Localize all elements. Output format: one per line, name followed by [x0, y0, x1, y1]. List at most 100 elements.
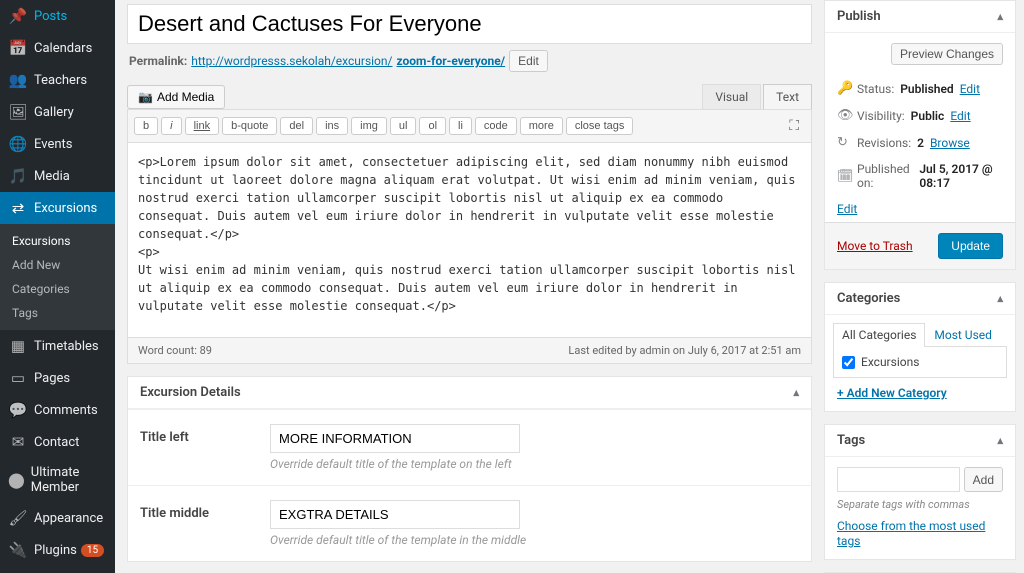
sidebar-label: Ultimate Member — [31, 465, 107, 495]
sidebar-label: Plugins — [34, 543, 77, 558]
qt-ol[interactable]: ol — [419, 117, 446, 135]
permalink-slug[interactable]: zoom-for-everyone/ — [396, 54, 505, 68]
qt-img[interactable]: img — [351, 117, 387, 135]
tab-visual[interactable]: Visual — [702, 84, 761, 109]
qt-ul[interactable]: ul — [390, 117, 417, 135]
sidebar-item-ultimate-member[interactable]: ⬤ Ultimate Member — [0, 458, 115, 502]
grid-icon: ▦ — [8, 337, 28, 355]
preview-changes-button[interactable]: Preview Changes — [891, 43, 1003, 65]
sidebar-item-contact[interactable]: ✉Contact — [0, 426, 115, 458]
sidebar-label: Teachers — [34, 73, 87, 88]
content-textarea[interactable]: <p>Lorem ipsum dolor sit amet, consectet… — [127, 143, 812, 338]
category-label: Excursions — [861, 355, 919, 369]
visibility-edit-link[interactable]: Edit — [950, 109, 970, 123]
move-to-trash-link[interactable]: Move to Trash — [837, 239, 913, 253]
sidebar-item-gallery[interactable]: 🖼 Gallery — [0, 96, 115, 128]
sidebar-item-comments[interactable]: 💬Comments — [0, 394, 115, 426]
permalink-label: Permalink: — [129, 54, 187, 68]
qt-close-tags[interactable]: close tags — [566, 117, 634, 135]
qt-italic[interactable]: i — [161, 117, 181, 135]
sidebar-item-calendars[interactable]: 📅Calendars — [0, 32, 115, 64]
tab-text[interactable]: Text — [763, 84, 812, 109]
published-on-edit-link[interactable]: Edit — [837, 202, 857, 216]
sidebar-item-users[interactable]: 👤Users — [0, 566, 115, 573]
submenu-title[interactable]: Excursions — [0, 229, 115, 253]
sidebar-item-posts[interactable]: 📌 Posts — [0, 0, 115, 32]
cat-tab-all[interactable]: All Categories — [833, 323, 925, 347]
add-new-category-link[interactable]: + Add New Category — [837, 386, 947, 400]
fullscreen-icon[interactable]: ⛶ — [783, 116, 805, 136]
eye-icon: 👁 — [837, 108, 851, 123]
qt-li[interactable]: li — [449, 117, 472, 135]
sidebar-label: Contact — [34, 435, 79, 450]
qt-del[interactable]: del — [280, 117, 313, 135]
toggle-details-icon[interactable]: ▴ — [793, 386, 799, 399]
toggle-publish-icon[interactable]: ▴ — [997, 10, 1003, 23]
permalink-base[interactable]: http://wordpresss.sekolah/excursion/ — [191, 54, 392, 68]
sidebar-item-appearance[interactable]: 🖌Appearance — [0, 502, 115, 534]
qt-bold[interactable]: b — [134, 117, 158, 135]
submenu-tags[interactable]: Tags — [0, 301, 115, 325]
add-media-button[interactable]: 📷Add Media — [127, 85, 225, 109]
title-left-input[interactable] — [270, 424, 520, 453]
sidebar-label: Pages — [34, 371, 70, 386]
status-value: Published — [900, 82, 953, 96]
submenu-categories[interactable]: Categories — [0, 277, 115, 301]
publish-header: Publish — [837, 9, 881, 24]
qt-link[interactable]: link — [185, 117, 220, 135]
qt-ins[interactable]: ins — [316, 117, 348, 135]
calendar-icon: 🗓 — [837, 169, 851, 184]
update-button[interactable]: Update — [938, 233, 1003, 259]
sidebar-item-media[interactable]: 🎵Media — [0, 160, 115, 192]
excursions-icon: ⇄ — [8, 199, 28, 217]
category-checkbox[interactable] — [842, 356, 855, 369]
sidebar-label: Gallery — [34, 105, 74, 120]
page-icon: ▭ — [8, 369, 28, 387]
qt-more[interactable]: more — [520, 117, 563, 135]
sidebar-label: Posts — [34, 9, 67, 24]
category-item[interactable]: Excursions — [842, 355, 998, 369]
title-middle-input[interactable] — [270, 500, 520, 529]
tags-header: Tags — [837, 433, 865, 448]
admin-sidebar: 📌 Posts 📅Calendars 👥Teachers 🖼 Gallery 🌐Ev… — [0, 0, 115, 573]
toggle-tags-icon[interactable]: ▴ — [997, 434, 1003, 447]
post-title-input[interactable] — [127, 4, 812, 44]
permalink-row: Permalink: http://wordpresss.sekolah/exc… — [127, 44, 812, 78]
quicktags-toolbar: b i link b-quote del ins img ul ol li co… — [127, 109, 812, 143]
camera-icon: 📷 — [138, 90, 153, 104]
plugin-update-badge: 15 — [81, 544, 104, 557]
sidebar-label: Comments — [34, 403, 98, 418]
um-icon: ⬤ — [8, 471, 25, 489]
tag-input[interactable] — [837, 467, 960, 492]
title-middle-hint: Override default title of the template i… — [270, 533, 526, 547]
qt-bquote[interactable]: b-quote — [222, 117, 277, 135]
sidebar-item-excursions[interactable]: ⇄Excursions — [0, 192, 115, 224]
submenu-add-new[interactable]: Add New — [0, 253, 115, 277]
permalink-edit-button[interactable]: Edit — [509, 50, 548, 72]
sidebar-item-events[interactable]: 🌐Events — [0, 128, 115, 160]
sidebar-item-timetables[interactable]: ▦Timetables — [0, 330, 115, 362]
sidebar-item-plugins[interactable]: 🔌 Plugins 15 — [0, 534, 115, 566]
status-edit-link[interactable]: Edit — [960, 82, 980, 96]
toggle-categories-icon[interactable]: ▴ — [997, 292, 1003, 305]
revisions-browse-link[interactable]: Browse — [930, 136, 970, 150]
pin-icon: 📌 — [8, 7, 28, 25]
visibility-value: Public — [911, 109, 945, 123]
published-on-value: Jul 5, 2017 @ 08:17 — [919, 162, 1003, 190]
visibility-label: Visibility: — [857, 109, 905, 123]
categories-header: Categories — [837, 291, 900, 306]
revisions-label: Revisions: — [857, 136, 911, 150]
choose-tags-link[interactable]: Choose from the most used tags — [837, 519, 985, 548]
qt-code[interactable]: code — [475, 117, 517, 135]
sidebar-item-teachers[interactable]: 👥Teachers — [0, 64, 115, 96]
sidebar-item-pages[interactable]: ▭ Pages — [0, 362, 115, 394]
title-middle-label: Title middle — [140, 500, 270, 521]
image-icon: 🖼 — [8, 103, 28, 121]
tags-hint: Separate tags with commas — [825, 496, 1015, 519]
cat-tab-most-used[interactable]: Most Used — [925, 323, 1001, 346]
calendar-icon: 📅 — [8, 39, 28, 57]
add-tag-button[interactable]: Add — [964, 467, 1003, 492]
status-label: Status: — [857, 82, 894, 96]
title-left-hint: Override default title of the template o… — [270, 457, 520, 471]
plug-icon: 🔌 — [8, 541, 28, 559]
